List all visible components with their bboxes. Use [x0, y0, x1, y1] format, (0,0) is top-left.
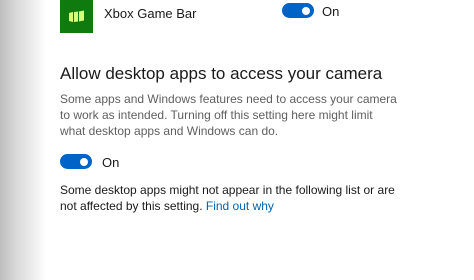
- desktop-apps-toggle-state-label: On: [102, 155, 120, 170]
- desktop-apps-camera-toggle[interactable]: [60, 154, 92, 169]
- desktop-apps-note: Some desktop apps might not appear in th…: [60, 182, 400, 214]
- xbox-game-bar-icon: [60, 0, 93, 33]
- app-camera-toggle[interactable]: [282, 3, 314, 18]
- section-description: Some apps and Windows features need to a…: [60, 92, 397, 138]
- toggle-knob: [302, 6, 310, 15]
- app-toggle-state-label: On: [322, 4, 340, 19]
- window-edge-shadow: [0, 0, 46, 280]
- toggle-knob: [80, 157, 88, 166]
- app-name-label: Xbox Game Bar: [104, 6, 197, 21]
- find-out-why-link[interactable]: Find out why: [206, 199, 274, 213]
- section-title: Allow desktop apps to access your camera: [60, 64, 383, 83]
- app-row-xbox-game-bar: Xbox Game Bar On: [60, 0, 474, 38]
